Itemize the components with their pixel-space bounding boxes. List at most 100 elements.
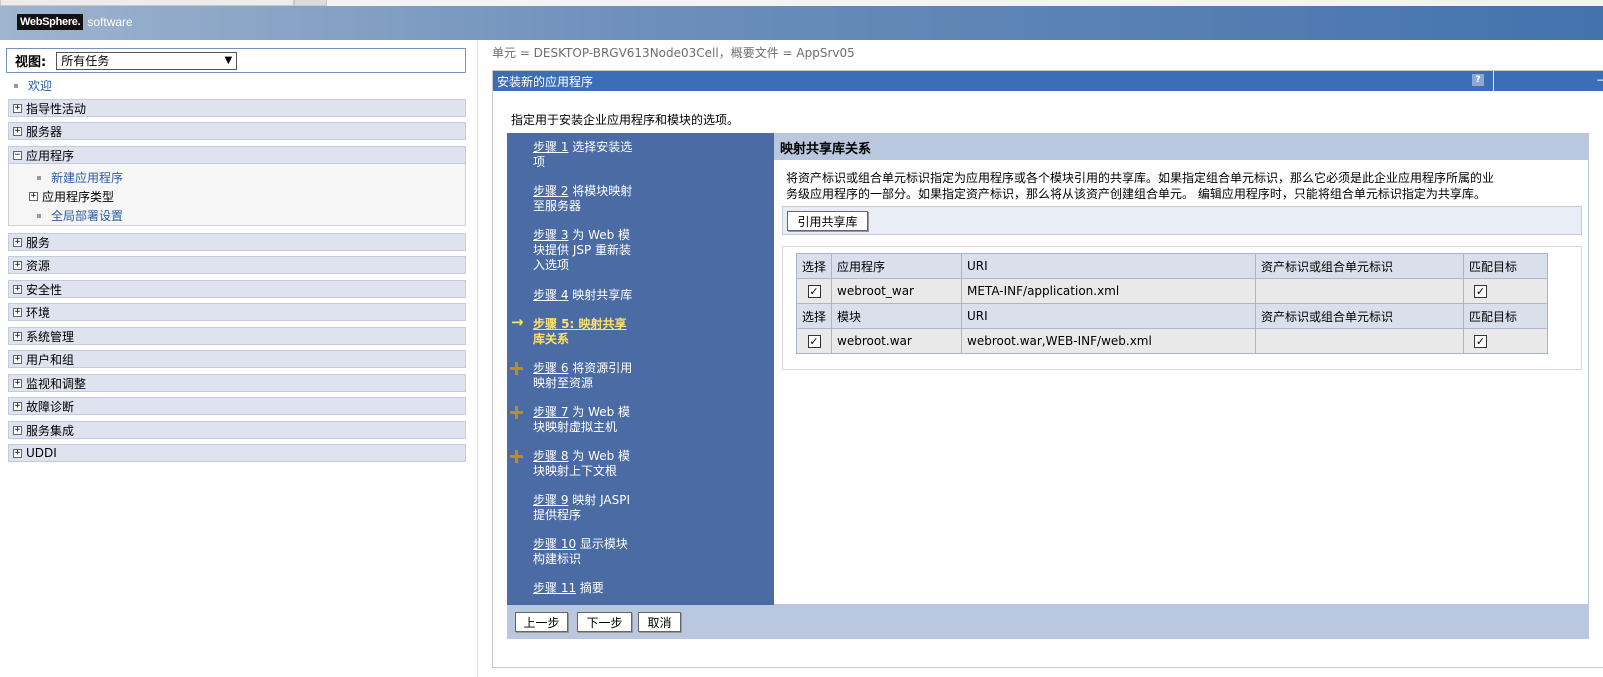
wizard-step-9[interactable]: 步骤 9 映射 JASPI 提供程序	[533, 493, 763, 523]
table-header-row: 选择 模块 URI 资产标识或组合单元标识 匹配目标	[796, 303, 1548, 329]
expand-icon[interactable]: +	[13, 448, 22, 458]
select-cell: ✓	[796, 328, 832, 354]
step-link[interactable]: 步骤 7	[533, 405, 568, 419]
step-link[interactable]: 步骤 8	[533, 449, 568, 463]
wizard-step-1[interactable]: 步骤 1 选择安装选 项	[533, 140, 763, 170]
step-text: 项	[533, 155, 546, 169]
nav-section-monitoring[interactable]: + 监视和调整	[8, 374, 466, 392]
expand-icon[interactable]: +	[13, 354, 22, 364]
expand-icon[interactable]: +	[13, 307, 22, 317]
step-link[interactable]: 步骤 6	[533, 361, 568, 375]
expand-icon[interactable]: +	[13, 401, 22, 411]
nav-section-label: 服务	[26, 235, 51, 250]
app-name-cell: webroot_war	[831, 278, 962, 304]
match-target-checkbox[interactable]: ✓	[1474, 335, 1487, 348]
nav-item-global-deployment-link[interactable]: 全局部署设置	[51, 207, 123, 224]
wizard-steps: 步骤 1 选择安装选 项 步骤 2 将模块映射 至服务器 步骤 3 为 Web …	[507, 133, 774, 605]
nav-section-environment[interactable]: + 环境	[8, 303, 466, 321]
match-target-checkbox[interactable]: ✓	[1474, 285, 1487, 298]
expand-icon[interactable]: +	[13, 260, 22, 270]
library-toolbar: 引用共享库	[782, 206, 1582, 235]
select-checkbox[interactable]: ✓	[807, 335, 821, 348]
expand-icon[interactable]: +	[13, 378, 22, 388]
nav-section-services[interactable]: + 服务	[8, 233, 466, 251]
collapse-icon[interactable]: −	[13, 150, 22, 160]
nav-section-label: 指导性活动	[26, 101, 87, 116]
expand-icon[interactable]: +	[13, 331, 22, 341]
expand-icon[interactable]: +	[13, 103, 22, 113]
nav-section-resources[interactable]: + 资源	[8, 256, 466, 274]
step-text: 映射 JASPI	[568, 493, 631, 507]
nav-section-applications[interactable]: − 应用程序	[8, 146, 466, 164]
cancel-button[interactable]: 取消	[638, 612, 681, 632]
nav-welcome[interactable]: 欢迎	[14, 77, 52, 94]
nav-item-global-deployment[interactable]: 全局部署设置	[37, 207, 123, 224]
expand-icon[interactable]: +	[13, 284, 22, 294]
help-icon[interactable]: ?	[1472, 74, 1484, 86]
bullet-icon	[37, 213, 41, 218]
bullet-icon	[37, 175, 41, 180]
view-select[interactable]: 所有任务 ▼	[56, 51, 238, 70]
reference-shared-libraries-button[interactable]: 引用共享库	[787, 211, 868, 231]
nav-item-new-application-link[interactable]: 新建应用程序	[51, 169, 123, 186]
titlebar-divider	[1493, 71, 1494, 91]
nav-section-label: 资源	[26, 258, 51, 273]
col-select: 选择	[796, 253, 832, 279]
install-app-portlet: 安装新的应用程序 ? − 指定用于安装企业应用程序和模块的选项。 步骤 1 选择…	[492, 70, 1603, 668]
step-link[interactable]: 步骤 1	[533, 140, 568, 154]
col-asset-id: 资产标识或组合单元标识	[1255, 253, 1464, 279]
nav-section-service-integration[interactable]: + 服务集成	[8, 421, 466, 439]
step-text: 为 Web 模	[568, 449, 631, 463]
nav-section-system-admin[interactable]: + 系统管理	[8, 327, 466, 345]
step-link[interactable]: 步骤 2	[533, 184, 568, 198]
section-description: 将资产标识或组合单元标识指定为应用程序或各个模块引用的共享库。如果指定组合单元标…	[786, 170, 1576, 202]
step-link[interactable]: 步骤 3	[533, 228, 568, 242]
nav-item-new-application[interactable]: 新建应用程序	[37, 169, 123, 186]
step-text: 构建标识	[533, 552, 582, 566]
wizard-step-8[interactable]: 步骤 8 为 Web 模 块映射上下文根	[533, 449, 763, 479]
step-link[interactable]: 步骤 10	[533, 537, 576, 551]
select-checkbox[interactable]: ✓	[807, 285, 821, 298]
expand-icon[interactable]: +	[13, 126, 22, 136]
minimize-icon[interactable]: −	[1596, 73, 1603, 87]
previous-button[interactable]: 上一步	[515, 612, 568, 632]
expand-icon[interactable]: +	[13, 237, 22, 247]
step-link[interactable]: 步骤 9	[533, 493, 568, 507]
step-text: 选择安装选	[568, 140, 633, 154]
nav-section-uddi[interactable]: + UDDI	[8, 444, 466, 462]
col-uri: URI	[961, 253, 1256, 279]
next-button[interactable]: 下一步	[577, 612, 632, 632]
col-uri: URI	[961, 303, 1256, 329]
wizard-step-4[interactable]: 步骤 4 映射共享库	[533, 288, 763, 303]
wizard-step-6[interactable]: 步骤 6 将资源引用 映射至资源	[533, 361, 763, 391]
nav-welcome-link[interactable]: 欢迎	[28, 77, 52, 94]
step-text: 块映射上下文根	[533, 464, 618, 478]
nav-section-guided-activities[interactable]: + 指导性活动	[8, 99, 466, 117]
step-text: 将资源引用	[568, 361, 633, 375]
uri-cell: webroot.war,WEB-INF/web.xml	[961, 328, 1256, 354]
wizard-step-3[interactable]: 步骤 3 为 Web 模 块提供 JSP 重新装 入选项	[533, 228, 763, 273]
current-step-arrow-icon: →	[511, 313, 524, 331]
wizard-step-2[interactable]: 步骤 2 将模块映射 至服务器	[533, 184, 763, 214]
nav-section-troubleshooting[interactable]: + 故障诊断	[8, 397, 466, 415]
step-link[interactable]: 步骤 11	[533, 581, 576, 595]
wizard-step-10[interactable]: 步骤 10 显示模块 构建标识	[533, 537, 763, 567]
step-text: 库关系	[533, 332, 570, 346]
expand-icon[interactable]: +	[29, 192, 38, 201]
nav-section-servers[interactable]: + 服务器	[8, 122, 466, 140]
wizard-step-11[interactable]: 步骤 11 摘要	[533, 581, 763, 596]
nav-item-application-types[interactable]: + 应用程序类型	[29, 188, 114, 205]
nav-section-users-groups[interactable]: + 用户和组	[8, 350, 466, 368]
expand-icon[interactable]: +	[13, 425, 22, 435]
table-row: ✓ webroot.war webroot.war,WEB-INF/web.xm…	[796, 328, 1548, 354]
frame-splitter[interactable]	[477, 40, 478, 677]
step-link[interactable]: 步骤 4	[533, 288, 568, 302]
applications-children: 新建应用程序 + 应用程序类型 全局部署设置	[8, 164, 466, 226]
breadcrumb: 单元 = DESKTOP-BRGV613Node03Cell，概要文件 = Ap…	[492, 46, 855, 60]
logo-suffix: software	[87, 15, 133, 29]
nav-section-security[interactable]: + 安全性	[8, 280, 466, 298]
required-step-icon	[510, 450, 523, 463]
navigation-panel: 视图: 所有任务 ▼ 欢迎 + 指导性活动 + 服务器 − 应用程序 新建应用程…	[0, 40, 470, 677]
wizard-step-7[interactable]: 步骤 7 为 Web 模 块映射虚拟主机	[533, 405, 763, 435]
nav-section-label: UDDI	[26, 446, 57, 460]
